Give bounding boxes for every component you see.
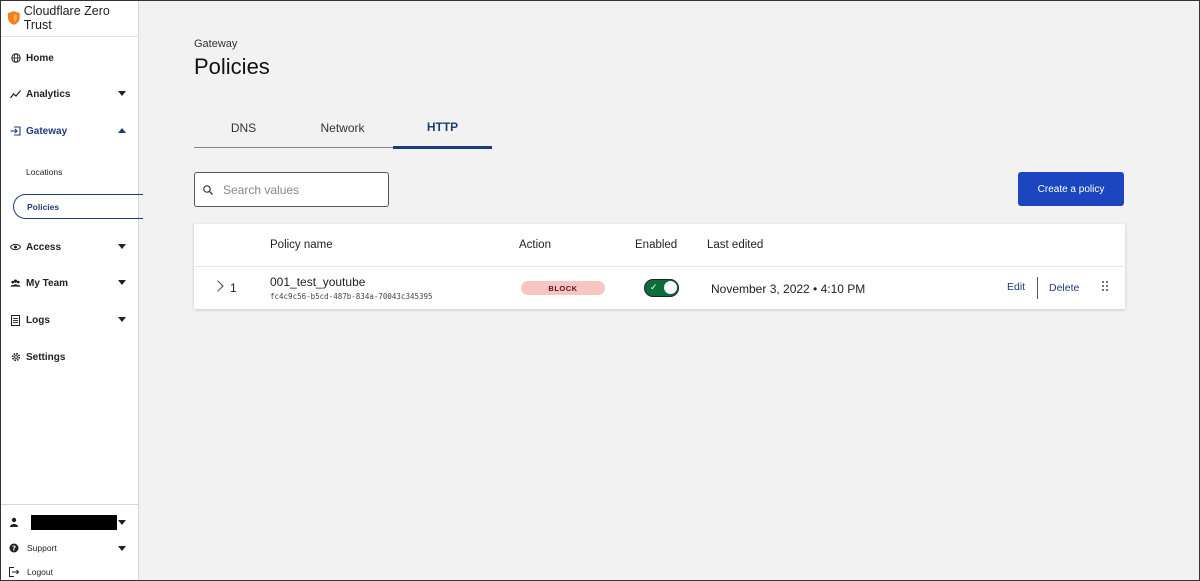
column-header-action: Action xyxy=(519,239,551,251)
svg-text:?: ? xyxy=(11,545,15,553)
chevron-down-icon xyxy=(118,546,126,551)
main-content: Gateway Policies DNS Network HTTP Create… xyxy=(139,0,1200,581)
create-policy-button[interactable]: Create a policy xyxy=(1018,172,1124,206)
sidebar-item-my-team[interactable]: My Team xyxy=(0,272,138,294)
breadcrumb[interactable]: Gateway xyxy=(194,38,237,50)
brand-name: Cloudflare Zero Trust xyxy=(23,4,110,32)
gateway-icon xyxy=(10,126,21,137)
sidebar-item-analytics[interactable]: Analytics xyxy=(0,83,138,105)
sidebar-item-label: Gateway xyxy=(26,125,68,137)
sidebar-item-settings[interactable]: Settings xyxy=(0,346,138,368)
logout-button[interactable]: Logout xyxy=(0,563,138,581)
cloudflare-shield-icon xyxy=(8,11,20,25)
edit-link[interactable]: Edit xyxy=(1007,281,1025,293)
chevron-down-icon xyxy=(118,244,126,249)
analytics-icon xyxy=(10,89,21,100)
table-header: Policy name Action Enabled Last edited xyxy=(194,224,1125,267)
delete-link[interactable]: Delete xyxy=(1049,282,1079,294)
chevron-up-icon xyxy=(118,128,126,133)
logs-icon xyxy=(10,314,21,326)
globe-icon xyxy=(10,53,21,64)
column-header-policy-name: Policy name xyxy=(270,239,333,251)
sidebar-item-label: Analytics xyxy=(26,88,71,100)
sidebar-footer: ? Support Logout xyxy=(0,504,138,581)
sidebar-subitem-locations[interactable]: Locations xyxy=(0,162,62,182)
redacted-account-name xyxy=(31,514,117,530)
sidebar-subitem-label: Policies xyxy=(27,201,60,212)
sidebar-subitem-label: Locations xyxy=(26,167,63,177)
policies-table: Policy name Action Enabled Last edited 1… xyxy=(194,224,1125,309)
chevron-down-icon xyxy=(118,520,126,525)
help-icon: ? xyxy=(8,543,19,554)
drag-handle-icon[interactable] xyxy=(1101,280,1109,294)
team-icon xyxy=(10,278,21,289)
sidebar-item-label: Logs xyxy=(26,314,50,326)
sidebar-item-home[interactable]: Home xyxy=(0,47,138,69)
support-menu[interactable]: ? Support xyxy=(0,539,138,557)
tab-dns[interactable]: DNS xyxy=(194,108,293,148)
logout-label: Logout xyxy=(27,567,53,577)
chevron-down-icon xyxy=(118,280,126,285)
account-menu[interactable] xyxy=(0,513,138,531)
search-box[interactable] xyxy=(194,172,389,207)
last-edited: November 3, 2022 • 4:10 PM xyxy=(711,282,866,296)
sidebar-item-gateway[interactable]: Gateway xyxy=(0,120,138,142)
sidebar: Cloudflare Zero Trust Home Analytics Gat… xyxy=(0,0,143,581)
user-icon xyxy=(8,517,19,528)
enabled-toggle[interactable]: ✓ xyxy=(644,279,679,297)
column-header-enabled: Enabled xyxy=(635,239,678,251)
sidebar-item-access[interactable]: Access xyxy=(0,236,138,258)
access-icon xyxy=(10,242,21,253)
sidebar-subitem-policies[interactable]: Policies xyxy=(13,194,143,219)
chevron-down-icon xyxy=(118,317,126,322)
search-input[interactable] xyxy=(223,182,373,197)
tab-http[interactable]: HTTP xyxy=(393,108,492,149)
sidebar-item-logs[interactable]: Logs xyxy=(0,309,138,331)
tab-network[interactable]: Network xyxy=(293,108,392,148)
column-header-last-edited: Last edited xyxy=(707,239,764,251)
search-icon xyxy=(203,184,213,195)
sidebar-item-label: Home xyxy=(26,52,54,64)
policy-id: fc4c9c56-b5cd-487b-834a-70043c345395 xyxy=(270,292,433,301)
protocol-tabs: DNS Network HTTP xyxy=(194,108,492,149)
logout-icon xyxy=(8,567,19,578)
check-icon: ✓ xyxy=(650,282,658,292)
expand-row-chevron-icon[interactable] xyxy=(212,280,224,292)
link-divider xyxy=(1037,277,1038,299)
chevron-down-icon xyxy=(118,91,126,96)
policy-order: 1 xyxy=(230,281,237,295)
table-row[interactable]: 1 001_test_youtube fc4c9c56-b5cd-487b-83… xyxy=(194,268,1125,309)
policy-name: 001_test_youtube xyxy=(270,275,366,289)
sidebar-item-label: Settings xyxy=(26,351,66,363)
support-label: Support xyxy=(27,543,57,553)
brand-header[interactable]: Cloudflare Zero Trust xyxy=(0,0,138,37)
gear-icon xyxy=(10,352,21,363)
sidebar-item-label: My Team xyxy=(26,277,69,289)
sidebar-item-label: Access xyxy=(26,241,62,253)
action-badge: BLOCK xyxy=(521,281,605,295)
toggle-knob xyxy=(664,281,677,294)
page-title: Policies xyxy=(194,54,270,79)
